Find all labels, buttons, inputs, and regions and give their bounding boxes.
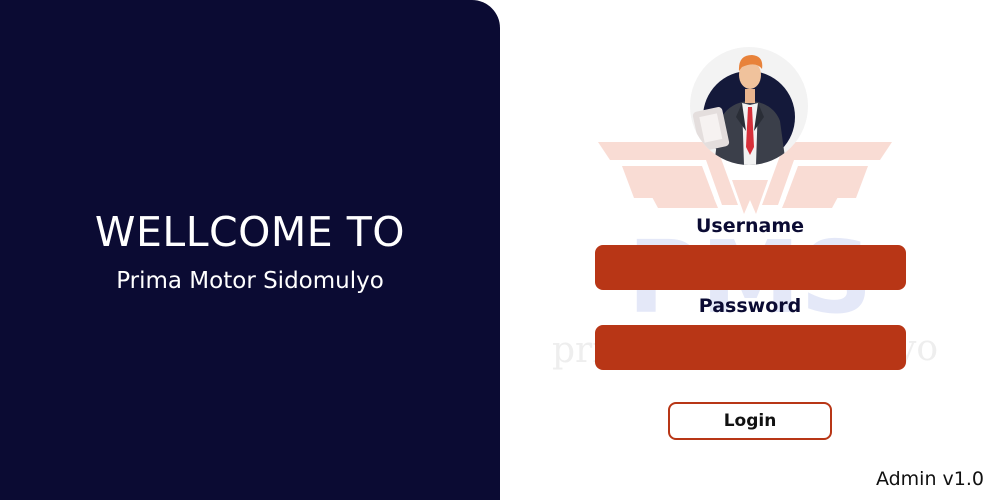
username-input[interactable] bbox=[595, 245, 906, 290]
welcome-title: WELLCOME TO bbox=[94, 208, 406, 256]
password-input[interactable] bbox=[595, 325, 906, 370]
welcome-panel: WELLCOME TO Prima Motor Sidomulyo bbox=[0, 0, 500, 500]
admin-avatar bbox=[690, 47, 808, 165]
version-label: Admin v1.0 bbox=[875, 468, 984, 490]
welcome-subtitle: Prima Motor Sidomulyo bbox=[116, 268, 384, 294]
login-button[interactable]: Login bbox=[668, 402, 832, 440]
username-label: Username bbox=[695, 215, 805, 237]
password-label: Password bbox=[698, 295, 802, 317]
login-panel: PMS pri yo Username Password bbox=[500, 0, 1000, 500]
businessman-avatar-icon bbox=[692, 55, 795, 165]
